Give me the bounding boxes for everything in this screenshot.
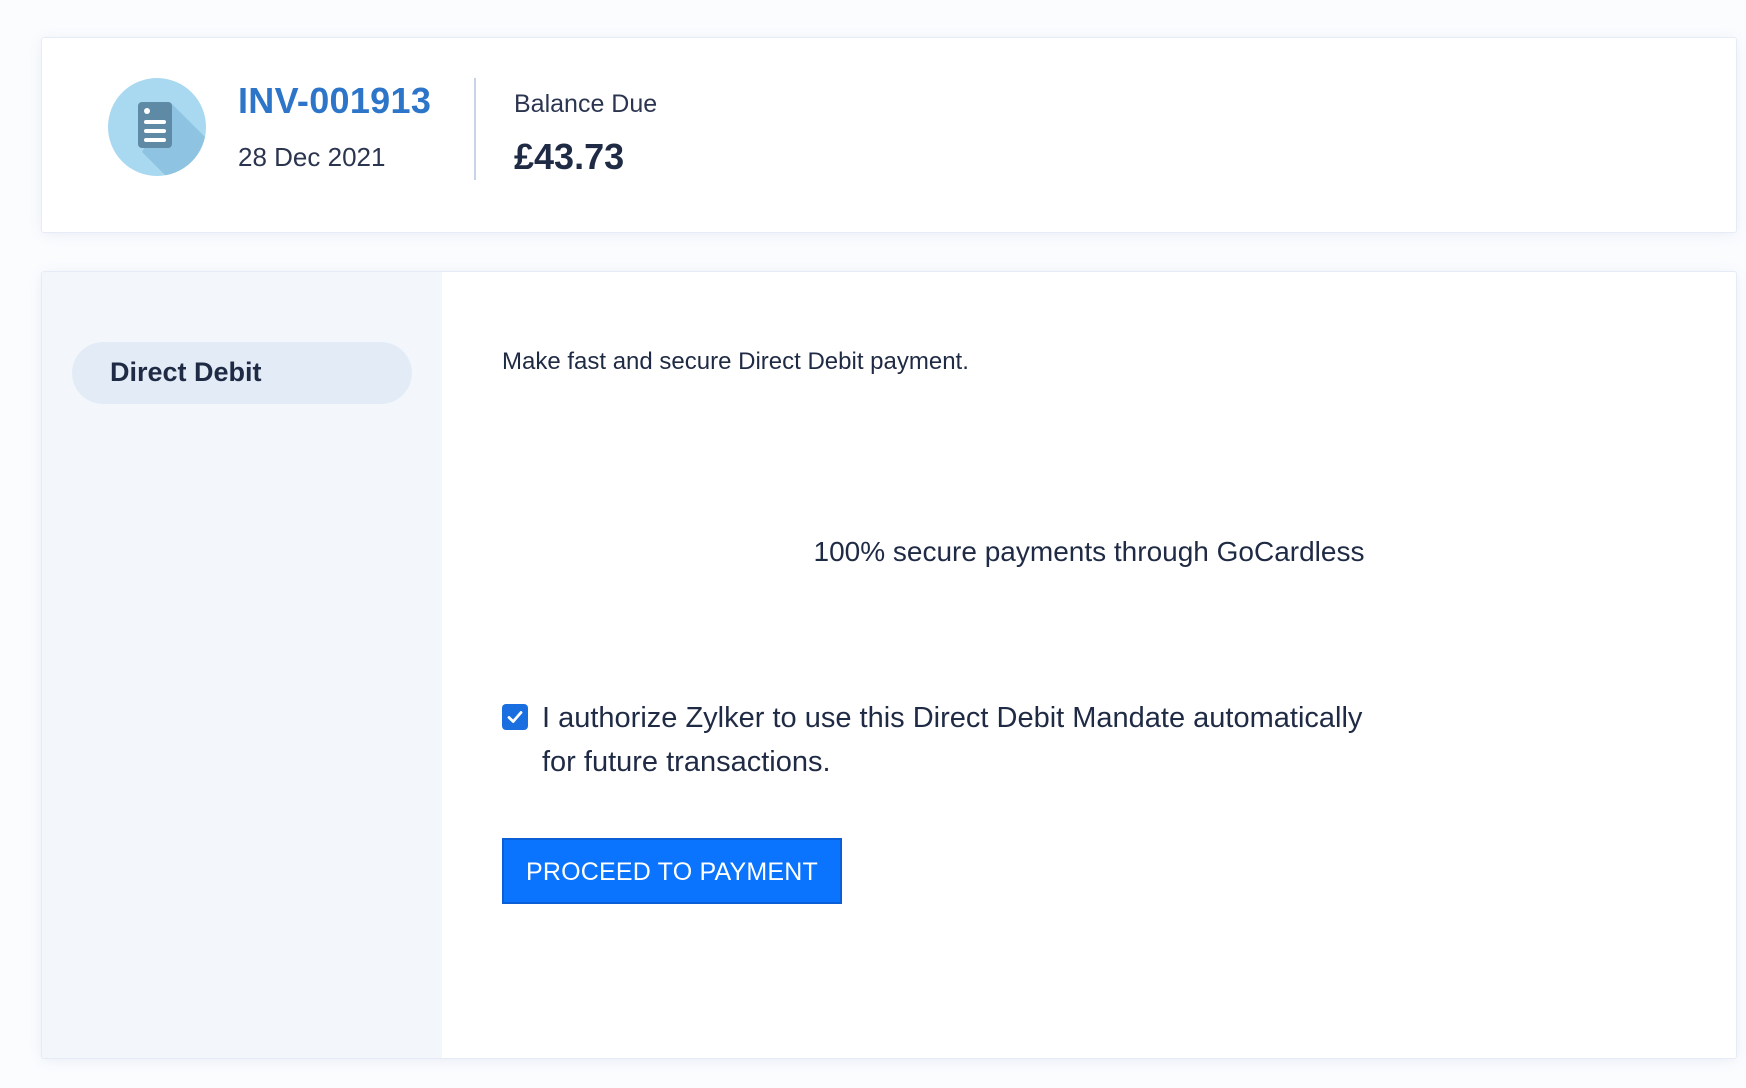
- direct-debit-intro: Make fast and secure Direct Debit paymen…: [502, 348, 969, 375]
- payment-method-label: Direct Debit: [110, 357, 262, 387]
- balance-due-label: Balance Due: [514, 90, 658, 118]
- secure-payments-note: 100% secure payments through GoCardless: [813, 536, 1365, 567]
- invoice-summary-card: INV-001913 28 Dec 2021 Balance Due £43.7…: [42, 38, 1736, 232]
- header-divider: [474, 78, 476, 180]
- balance-due-amount: £43.73: [514, 136, 625, 177]
- invoice-document-icon: [108, 78, 206, 176]
- invoice-number: INV-001913: [238, 80, 432, 121]
- authorize-mandate-checkbox[interactable]: [502, 704, 528, 730]
- payment-card: Direct Debit Make fast and secure Direct…: [42, 272, 1736, 1058]
- payment-method-sidebar: Direct Debit: [42, 272, 442, 1058]
- direct-debit-panel: Make fast and secure Direct Debit paymen…: [442, 272, 1736, 1058]
- proceed-to-payment-button[interactable]: PROCEED TO PAYMENT: [502, 838, 842, 904]
- payment-method-direct-debit[interactable]: Direct Debit: [72, 342, 412, 404]
- checkmark-icon: [507, 711, 523, 723]
- invoice-date: 28 Dec 2021: [238, 142, 386, 172]
- authorize-mandate-label[interactable]: I authorize Zylker to use this Direct De…: [542, 696, 1402, 784]
